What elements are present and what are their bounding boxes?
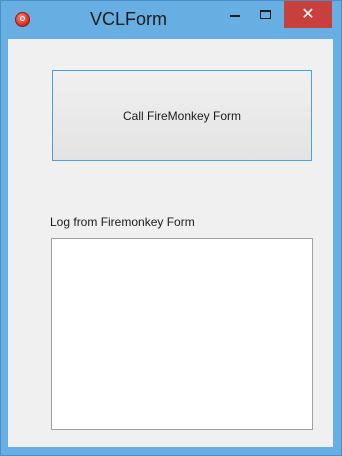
log-label: Log from Firemonkey Form [50, 215, 195, 229]
form-client-area: Call FireMonkey Form Log from Firemonkey… [8, 39, 333, 447]
vcl-form-window: VCLForm ✕ Call FireMonkey Form Log from … [0, 0, 342, 456]
app-icon[interactable] [15, 12, 30, 27]
title-bar[interactable]: VCLForm ✕ [1, 1, 341, 39]
maximize-icon [260, 10, 271, 19]
call-button-label: Call FireMonkey Form [122, 108, 242, 123]
call-firemonkey-form-button[interactable]: Call FireMonkey Form [52, 70, 312, 161]
minimize-icon [230, 15, 240, 17]
log-memo[interactable] [51, 238, 313, 430]
maximize-button[interactable] [251, 1, 279, 29]
minimize-button[interactable] [221, 1, 251, 29]
window-title: VCLForm [90, 9, 168, 29]
close-button[interactable]: ✕ [284, 1, 332, 28]
close-icon: ✕ [301, 4, 315, 23]
